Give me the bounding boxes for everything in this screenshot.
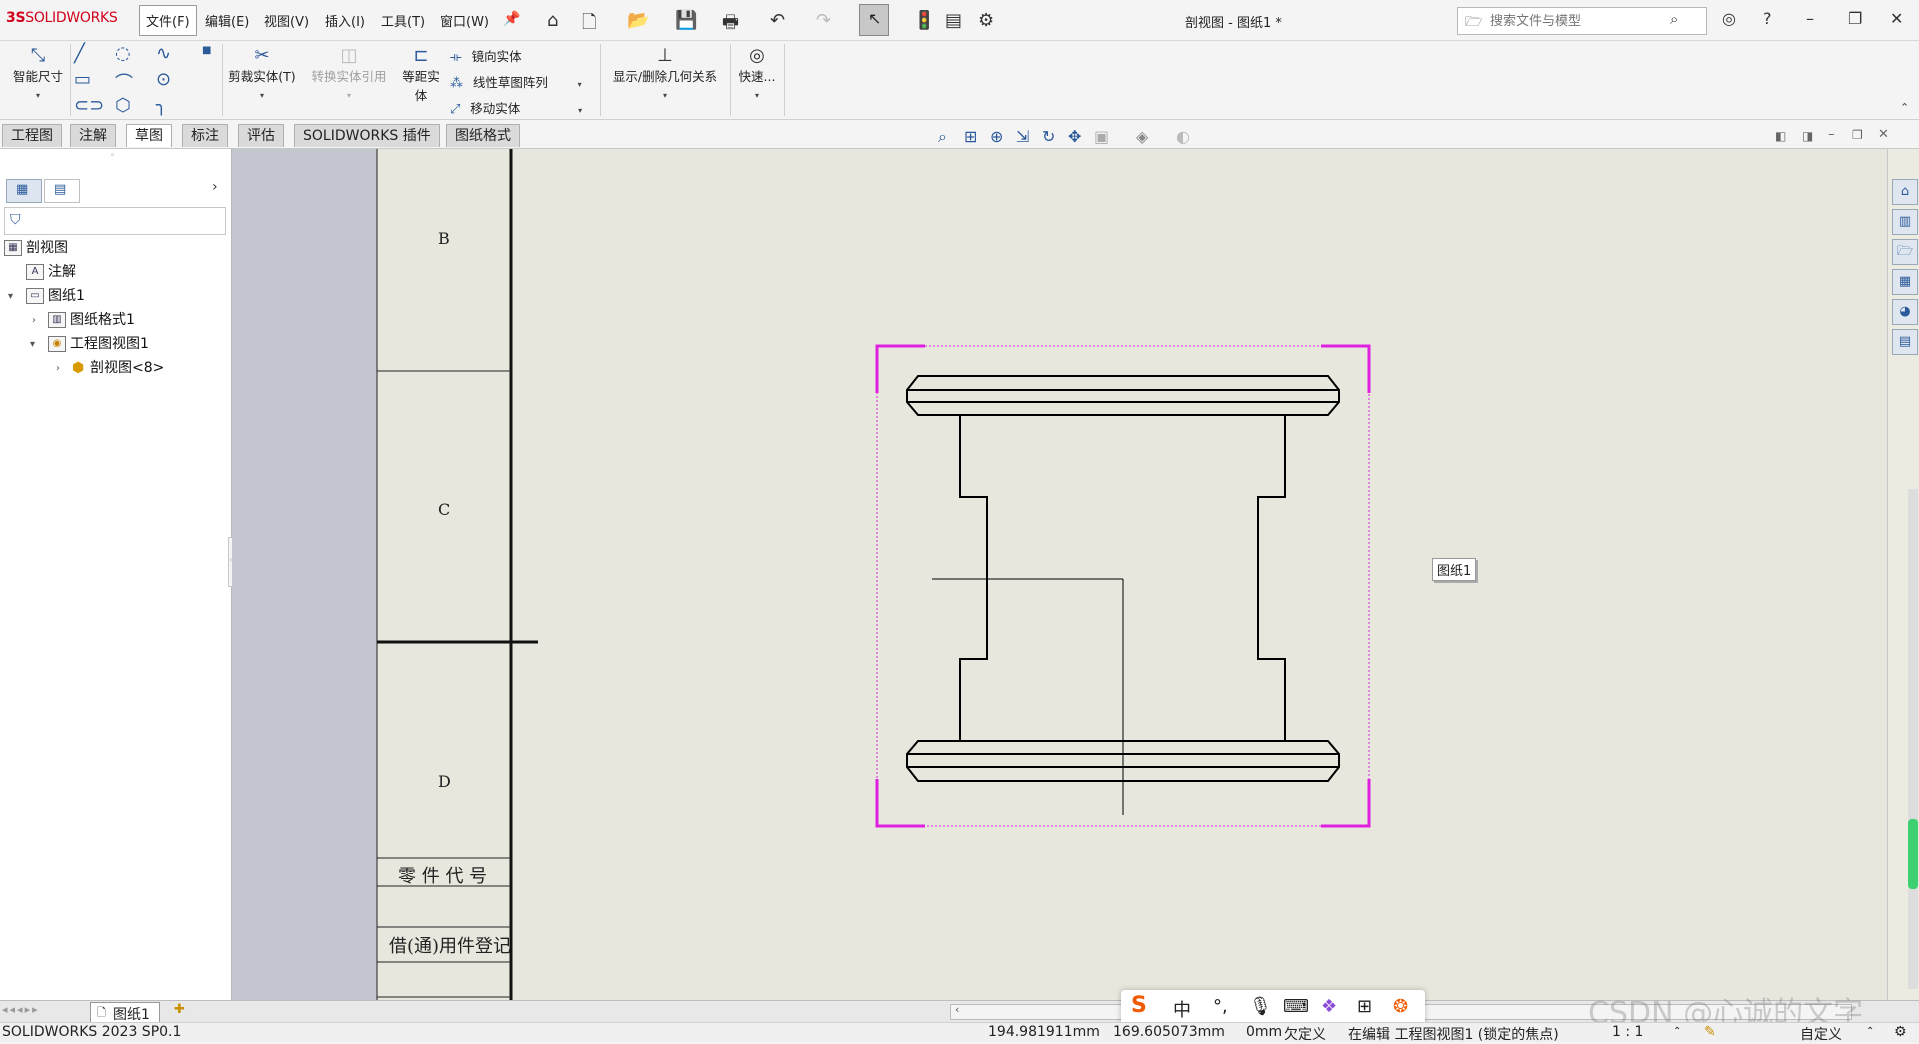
ime-toolbar: S 中 °, 🎙 ⌨ ❖ ⊞ ❂ — [1121, 990, 1425, 1026]
custom-properties-icon[interactable]: ▤ — [1892, 329, 1918, 355]
skin-icon[interactable]: ❖ — [1321, 996, 1337, 1017]
version-label: SOLIDWORKS 2023 SP0.1 — [2, 1024, 182, 1040]
right-web-profile — [1257, 415, 1286, 741]
sheet-name-tag[interactable]: 图纸1 — [1432, 558, 1477, 581]
quick-tips-icon[interactable]: ⚙ — [1894, 1024, 1907, 1040]
view-corner-bl — [875, 779, 925, 828]
microphone-icon[interactable]: 🎙 — [1249, 996, 1272, 1017]
sogou-logo-icon[interactable]: S — [1131, 993, 1147, 1018]
sheet-scale[interactable]: 1 : 1 — [1612, 1024, 1643, 1040]
add-sheet-icon[interactable]: ✚ — [174, 1002, 185, 1017]
toolbox-grid-icon[interactable]: ⊞ — [1357, 996, 1372, 1017]
rebuild-icon[interactable]: ✎ — [1704, 1024, 1716, 1040]
punctuation-icon[interactable]: °, — [1213, 996, 1228, 1017]
drawing-sheet-svg — [376, 149, 1371, 1000]
sheet-tab[interactable]: 🗋 图纸1 — [90, 1002, 160, 1023]
solidworks-resources-icon[interactable]: ⌂ — [1892, 179, 1918, 205]
borrowed-registration-label: 借(通)用件登记 — [389, 936, 512, 957]
view-corner-tr — [1321, 344, 1371, 393]
chevron-up-icon[interactable]: ⌃ — [1673, 1026, 1681, 1037]
unit-system[interactable]: 自定义 — [1800, 1024, 1842, 1044]
left-web-profile — [959, 415, 988, 741]
sheet-nav-arrows-icon[interactable]: ◂◂◂▸▸ — [2, 1003, 40, 1016]
editing-status: 在编辑 工程图视图1 (锁定的焦点) — [1348, 1027, 1559, 1043]
appearances-icon[interactable]: ◕ — [1892, 299, 1918, 325]
sheet-tab-icon: 🗋 — [97, 1006, 106, 1019]
cursor-x-coordinate: 194.981911mm — [988, 1024, 1100, 1040]
scrollbar-thumb[interactable] — [1908, 819, 1918, 889]
keyboard-icon[interactable]: ⌨ — [1283, 996, 1309, 1017]
chevron-up-icon[interactable]: ⌃ — [1866, 1026, 1874, 1037]
ime-chinese-mode[interactable]: 中 — [1173, 996, 1191, 1022]
vertical-scrollbar[interactable] — [1908, 489, 1918, 989]
view-corner-tl — [875, 344, 925, 393]
definition-status: 欠定义 — [1284, 1027, 1326, 1043]
status-bar: SOLIDWORKS 2023 SP0.1 194.981911mm 169.6… — [0, 1022, 1919, 1044]
zone-label-b: B — [438, 229, 450, 248]
cursor-z-coordinate: 0mm — [1246, 1024, 1283, 1040]
cursor-y-coordinate: 169.605073mm — [1113, 1024, 1225, 1040]
top-flange — [906, 375, 1340, 416]
file-explorer-icon[interactable]: 🗁 — [1892, 239, 1918, 265]
part-code-label: 零 件 代 号 — [398, 866, 488, 887]
view-palette-icon[interactable]: ▦ — [1892, 269, 1918, 295]
view-corner-br — [1321, 779, 1371, 828]
design-library-icon[interactable]: ▥ — [1892, 209, 1918, 235]
zone-label-d: D — [438, 772, 451, 791]
task-pane: ⌂ ▥ 🗁 ▦ ◕ ▤ — [1887, 149, 1919, 1000]
ime-mascot-icon[interactable]: ❂ — [1393, 996, 1408, 1017]
scroll-left-icon: ‹ — [955, 1003, 960, 1016]
zone-label-c: C — [438, 500, 451, 519]
